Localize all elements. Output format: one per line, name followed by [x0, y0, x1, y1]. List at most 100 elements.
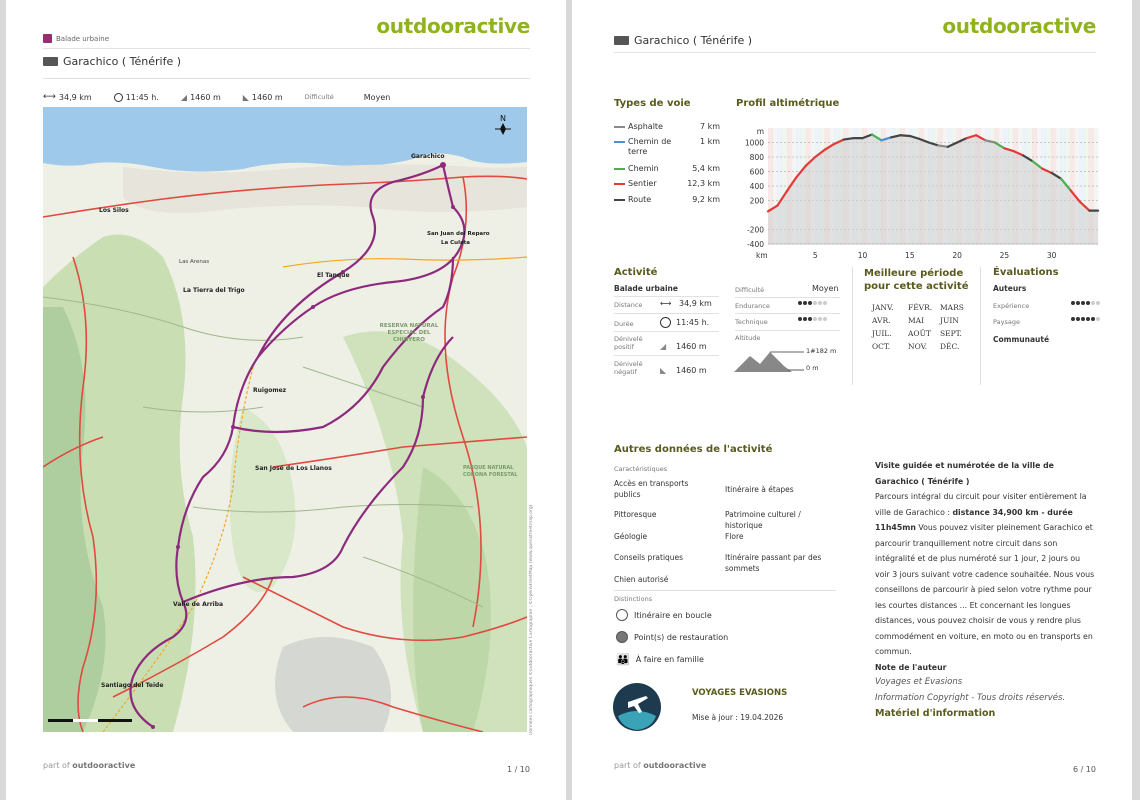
month-label: SEPT. [940, 329, 962, 338]
title-row: Garachico ( Ténérife ) [614, 34, 752, 47]
evaluations-title: Évaluations [993, 267, 1059, 278]
route-map[interactable]: N Garachico Los Silos San Juan del Repar… [43, 107, 527, 732]
distinction-loop: Itinéraire en boucle [616, 609, 712, 621]
description: Visite guidée et numérotée de la ville d… [875, 458, 1097, 722]
rating-dot [818, 317, 822, 321]
ascent-icon: ◢ [180, 92, 188, 102]
place-label: San José de Los Llanos [255, 465, 332, 472]
rating-dot [803, 317, 807, 321]
place-label: Santiago del Teide [101, 682, 164, 689]
altitude-min: 0 m [806, 364, 819, 372]
rating-dot [1096, 301, 1100, 305]
landscape-rating [1071, 317, 1100, 321]
surface-color-swatch [614, 141, 625, 143]
elevation-profile-chart: 1000 800 600 400 200 -200 -400 m km 5 10 15 20 25 30 [745, 127, 1100, 260]
characteristic-item: Itinéraire passant par des sommets [725, 553, 822, 573]
rating-dot [823, 317, 827, 321]
column-separator [980, 267, 981, 385]
map-credit: Données cartographiques ©outdooractive C… [529, 505, 534, 735]
rating-dot [813, 301, 817, 305]
month-label: JUIN [940, 316, 959, 325]
place-label: San Juan del Reparo [427, 231, 490, 237]
distinction-label: Itinéraire en boucle [634, 610, 712, 620]
divider [614, 313, 719, 314]
descent-label: Dénivelé négatif [614, 360, 643, 376]
distance-value: 34,9 km [58, 92, 92, 102]
rating-dot [1086, 301, 1090, 305]
divider [614, 355, 719, 356]
y-tick-label: 600 [750, 168, 765, 177]
altitude-mountain-icon [734, 351, 804, 372]
x-tick-label: 5 [813, 251, 818, 260]
place-label: Los Silos [99, 207, 129, 214]
surface-type-label: Chemin de terre [628, 137, 672, 156]
copyright: Information Copyright - Tous droits rése… [875, 692, 1066, 703]
rating-dot [798, 317, 802, 321]
surface-type-row: Route 9,2 km [614, 195, 720, 205]
divider [43, 78, 530, 79]
rating-dot [1076, 301, 1080, 305]
footer: part of outdooractive [614, 761, 706, 770]
footer: part of outdooractive [43, 761, 135, 770]
rating-dot [823, 301, 827, 305]
rating-dot [1076, 317, 1080, 321]
x-tick-label: 15 [905, 251, 915, 260]
characteristic-item: Itinéraire à étapes [725, 485, 794, 494]
rating-dot [1071, 317, 1075, 321]
walk-icon [43, 34, 52, 43]
distance-stat: ⟷ 34,9 km [43, 92, 92, 102]
x-tick-label: 25 [1000, 251, 1010, 260]
landscape-label: Paysage [993, 318, 1020, 326]
ascent-value: 1460 m [190, 92, 221, 102]
profile-title: Profil altimétrique [736, 98, 840, 109]
scale-bar [48, 719, 132, 722]
rating-dot [1096, 317, 1100, 321]
x-tick-label: 20 [952, 251, 962, 260]
page-6: Garachico ( Ténérife ) outdooractive Typ… [572, 0, 1132, 800]
activity-type: Balade urbaine [614, 284, 678, 293]
activity-title: Activité [614, 267, 658, 278]
divider [735, 313, 840, 314]
months-grid: JANV. FÉVR. MARS AVR. MAI JUIN JUIL. AOÛT SEPT. O… [872, 303, 970, 351]
clock-icon [113, 92, 123, 102]
duration-label: Durée [614, 320, 634, 328]
clock-icon [660, 317, 671, 328]
svg-text:N: N [500, 114, 506, 123]
place-label: La Culata [441, 240, 471, 246]
month-label: JANV. [872, 303, 894, 312]
surface-type-row: Chemin de terre 1 km [614, 137, 720, 157]
ascent-value: 1460 m [676, 342, 707, 351]
distinction-label: Point(s) de restauration [634, 632, 729, 642]
descent-icon: ◣ [660, 366, 667, 375]
ascent-icon: ◢ [660, 342, 667, 351]
technique-rating [798, 317, 827, 321]
y-tick-label: -200 [747, 226, 764, 235]
rating-dot [803, 301, 807, 305]
y-tick-label: 400 [750, 182, 765, 191]
divider [614, 331, 719, 332]
month-label: MAI [908, 316, 925, 325]
rating-dot [808, 301, 812, 305]
x-tick-label: 10 [858, 251, 868, 260]
technique-label: Technique [735, 318, 768, 326]
tour-tag-icon [43, 57, 58, 66]
other-data-title: Autres données de l'activité [614, 444, 773, 455]
y-tick-label: -400 [747, 240, 764, 249]
surface-type-km: 7 km [699, 122, 720, 131]
month-label: AOÛT [908, 329, 931, 338]
elevation-line-segment [842, 137, 855, 141]
month-label: MARS [940, 303, 964, 312]
endurance-rating [798, 301, 827, 305]
description-text: Vous pouvez visiter pleinement Garachico… [875, 523, 1095, 656]
place-label: Ruigomez [253, 387, 287, 394]
characteristic-item: Chien autorisé [614, 575, 669, 584]
reserve-label: RESERVA NATURAL ESPECIAL DEL CHINYERO [379, 323, 439, 343]
community-label: Communauté [993, 335, 1050, 344]
category-label: Balade urbaine [56, 34, 110, 43]
endurance-label: Endurance [735, 302, 770, 310]
rating-dot [1091, 301, 1095, 305]
loop-icon [616, 609, 628, 621]
characteristic-item: Accès en transports publics [614, 479, 689, 499]
surface-color-swatch [614, 199, 625, 201]
distinction-family: 👪 À faire en famille [616, 653, 704, 666]
